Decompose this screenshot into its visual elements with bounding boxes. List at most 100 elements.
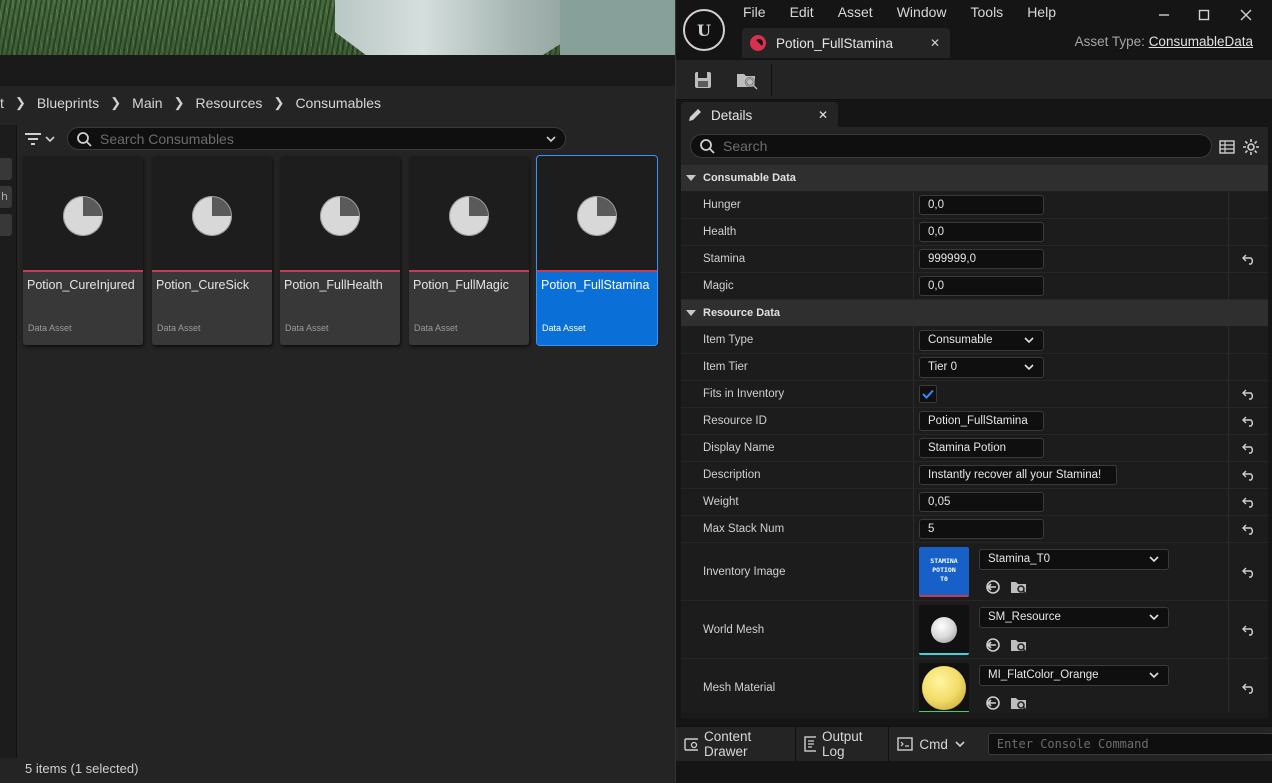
- max-stack-field[interactable]: 5: [919, 519, 1044, 539]
- breadcrumb-item[interactable]: Consumables: [295, 95, 381, 111]
- world-mesh-picker[interactable]: SM_Resource: [979, 606, 1169, 628]
- reset-to-default-icon[interactable]: [1241, 523, 1256, 535]
- filter-button[interactable]: [24, 128, 60, 150]
- menu-file[interactable]: File: [743, 4, 766, 20]
- weight-field[interactable]: 0,05: [919, 492, 1044, 512]
- data-asset-icon: [63, 196, 103, 236]
- reset-to-default-icon[interactable]: [1241, 624, 1256, 636]
- reset-to-default-icon[interactable]: [1241, 566, 1256, 578]
- breadcrumb-item[interactable]: Resources: [196, 95, 263, 111]
- reset-to-default-icon[interactable]: [1241, 388, 1256, 400]
- content-browser-header: [0, 55, 675, 86]
- close-icon[interactable]: ✕: [818, 108, 828, 122]
- menu-edit[interactable]: Edit: [790, 4, 814, 20]
- category-consumable-data[interactable]: Consumable Data: [681, 165, 1268, 192]
- cmd-selector[interactable]: Cmd: [889, 727, 980, 761]
- maximize-button[interactable]: [1192, 7, 1216, 27]
- material-thumbnail[interactable]: [919, 662, 969, 713]
- tab-details[interactable]: Details ✕: [681, 102, 838, 128]
- reset-to-default-icon[interactable]: [1241, 415, 1256, 427]
- asset-tile[interactable]: Potion_CureInjured Data Asset: [23, 156, 143, 345]
- category-title: Consumable Data: [703, 172, 796, 184]
- menu-tools[interactable]: Tools: [971, 4, 1004, 20]
- fits-in-inventory-checkbox[interactable]: [919, 385, 937, 403]
- asset-type: Data Asset: [157, 323, 201, 333]
- reset-to-default-icon[interactable]: [1241, 253, 1256, 265]
- chevron-down-icon: [45, 136, 55, 143]
- property-label: Inventory Image: [681, 543, 914, 600]
- asset-tile[interactable]: Potion_FullMagic Data Asset: [409, 156, 529, 345]
- asset-tile[interactable]: Potion_FullHealth Data Asset: [280, 156, 400, 345]
- menu-help[interactable]: Help: [1027, 4, 1056, 20]
- asset-name: Potion_FullHealth: [284, 278, 383, 292]
- dropdown-value: MI_FlatColor_Orange: [988, 669, 1099, 681]
- display-name-field[interactable]: Stamina Potion: [919, 438, 1044, 458]
- content-drawer-button[interactable]: Content Drawer: [676, 727, 796, 761]
- chevron-down-icon[interactable]: [545, 134, 557, 144]
- reset-to-default-icon[interactable]: [1241, 496, 1256, 508]
- browse-folder-icon[interactable]: [1010, 579, 1028, 595]
- table-view-icon[interactable]: [1218, 138, 1236, 156]
- minimize-button[interactable]: [1152, 7, 1176, 27]
- use-selected-icon[interactable]: [985, 579, 1001, 595]
- details-panel: Search Consumable Data Hunger 0,0 Health…: [681, 127, 1268, 718]
- description-field[interactable]: Instantly recover all your Stamina!: [919, 465, 1117, 485]
- chevron-right-icon[interactable]: ❯: [4, 95, 37, 111]
- hunger-field[interactable]: 0,0: [919, 195, 1044, 215]
- inventory-image-picker[interactable]: Stamina_T0: [979, 548, 1169, 570]
- stamina-field[interactable]: 999999,0: [919, 249, 1044, 269]
- gear-icon[interactable]: [1242, 138, 1260, 156]
- chevron-right-icon[interactable]: ❯: [262, 95, 295, 111]
- resource-id-field[interactable]: Potion_FullStamina: [919, 411, 1044, 431]
- strip-tab[interactable]: [0, 158, 12, 180]
- use-selected-icon[interactable]: [985, 637, 1001, 653]
- strip-tab[interactable]: h: [0, 186, 12, 208]
- property-row: Mesh Material MI_FlatColor_Orange: [681, 659, 1268, 717]
- item-type-dropdown[interactable]: Consumable: [919, 329, 1044, 351]
- mesh-thumbnail[interactable]: [919, 604, 969, 655]
- level-viewport[interactable]: [0, 0, 675, 55]
- reset-to-default-icon[interactable]: [1241, 682, 1256, 694]
- asset-tile-selected[interactable]: Potion_FullStamina Data Asset: [537, 156, 657, 345]
- details-tab-bar: Details ✕: [676, 100, 1272, 128]
- strip-tab[interactable]: [0, 214, 12, 236]
- asset-editor-tab[interactable]: Potion_FullStamina ✕: [742, 28, 950, 58]
- browse-asset-button[interactable]: [734, 68, 760, 92]
- texture-thumbnail[interactable]: STAMINA POTION T0: [919, 546, 969, 597]
- magic-field[interactable]: 0,0: [919, 276, 1044, 296]
- title-bar[interactable]: U File Edit Asset Window Tools Help Poti…: [676, 0, 1272, 60]
- close-window-button[interactable]: [1234, 7, 1258, 27]
- mesh-material-picker[interactable]: MI_FlatColor_Orange: [979, 664, 1169, 686]
- asset-tile[interactable]: Potion_CureSick Data Asset: [152, 156, 272, 345]
- category-title: Resource Data: [703, 307, 781, 319]
- property-row: Health 0,0: [681, 219, 1268, 246]
- save-button[interactable]: [690, 68, 716, 92]
- tab-title: Potion_FullStamina: [776, 35, 894, 51]
- health-field[interactable]: 0,0: [919, 222, 1044, 242]
- save-icon: [695, 72, 711, 88]
- content-search-input[interactable]: Search Consumables: [67, 127, 566, 150]
- details-search-input[interactable]: Search: [690, 134, 1212, 158]
- close-icon[interactable]: ✕: [930, 36, 940, 50]
- breadcrumb-item[interactable]: Main: [132, 95, 162, 111]
- menu-asset[interactable]: Asset: [838, 4, 873, 20]
- use-selected-icon[interactable]: [985, 695, 1001, 711]
- asset-name: Potion_FullMagic: [413, 278, 509, 292]
- item-tier-dropdown[interactable]: Tier 0: [919, 356, 1044, 378]
- menu-window[interactable]: Window: [897, 4, 947, 20]
- cmd-label: Cmd: [919, 736, 948, 752]
- console-input[interactable]: Enter Console Command: [987, 733, 1272, 755]
- output-log-button[interactable]: Output Log: [796, 727, 890, 761]
- reset-to-default-icon[interactable]: [1241, 469, 1256, 481]
- chevron-right-icon[interactable]: ❯: [99, 95, 132, 111]
- reset-to-default-icon[interactable]: [1241, 442, 1256, 454]
- property-label: Item Tier: [681, 354, 914, 380]
- details-scrollbar[interactable]: [681, 712, 1268, 718]
- chevron-right-icon[interactable]: ❯: [163, 95, 196, 111]
- breadcrumb-item[interactable]: Blueprints: [37, 95, 99, 111]
- browse-folder-icon[interactable]: [1010, 695, 1028, 711]
- category-resource-data[interactable]: Resource Data: [681, 300, 1268, 327]
- asset-type-link[interactable]: ConsumableData: [1149, 34, 1253, 49]
- browse-folder-icon[interactable]: [1010, 637, 1028, 653]
- output-log-label: Output Log: [822, 729, 863, 759]
